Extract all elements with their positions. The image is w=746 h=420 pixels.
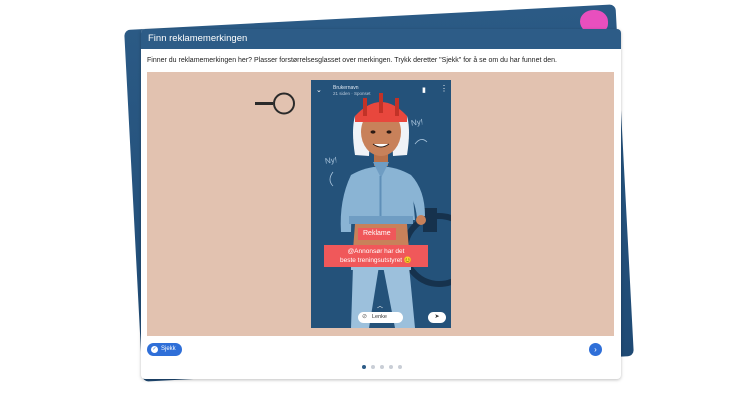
chevron-down-icon[interactable]: ⌄ <box>316 86 322 94</box>
pagination-dot[interactable] <box>371 365 375 369</box>
pagination-dot[interactable] <box>398 365 402 369</box>
phone-topbar: ⌄ Brukernavn 21 siden · Sponset ▮ ⋮ <box>311 80 451 102</box>
ad-label: Reklame <box>358 228 396 240</box>
check-button[interactable]: ✓ Sjekk <box>147 343 182 356</box>
chevron-right-icon: › <box>594 345 597 354</box>
ad-caption-line1: @Annonsør har det <box>347 248 405 255</box>
more-vertical-icon[interactable]: ⋮ <box>440 85 448 93</box>
post-author: Brukernavn 21 siden · Sponset <box>333 85 371 97</box>
send-button[interactable]: ➤ <box>428 312 446 323</box>
magnifier-icon[interactable] <box>255 89 295 119</box>
ad-caption-line2: beste treningsutstyret 😊 <box>339 257 413 264</box>
card-title: Finn reklamemerkingen <box>141 29 621 49</box>
pagination-dot[interactable] <box>389 365 393 369</box>
task-card: Finn reklamemerkingen Finner du reklamem… <box>141 29 621 379</box>
annotation-left: Ny! <box>324 155 338 166</box>
annotation-right: Ny! <box>410 117 424 128</box>
woman-illustration <box>329 93 451 328</box>
send-icon: ➤ <box>434 314 440 320</box>
link-label: Lenke <box>372 314 387 320</box>
post-meta: 21 siden · Sponset <box>333 91 371 96</box>
next-button[interactable]: › <box>589 343 602 356</box>
paperclip-icon: ⊘ <box>362 314 368 320</box>
link-button[interactable]: ⊘ Lenke <box>358 312 403 323</box>
phone-mockup: ⌄ Brukernavn 21 siden · Sponset ▮ ⋮ Ny! … <box>311 80 451 328</box>
pagination-dot[interactable] <box>362 365 366 369</box>
image-stage: ⌄ Brukernavn 21 siden · Sponset ▮ ⋮ Ny! … <box>147 72 614 336</box>
ad-caption: @Annonsør har det beste treningsutstyret… <box>324 245 428 267</box>
pagination-dots <box>362 365 402 369</box>
pagination-dot[interactable] <box>380 365 384 369</box>
check-label: Sjekk <box>161 346 176 352</box>
instruction-text: Finner du reklamemerkingen her? Plasser … <box>147 57 557 64</box>
chevron-up-icon[interactable]: ︿ <box>377 301 383 310</box>
check-icon: ✓ <box>151 346 158 353</box>
bookmark-icon[interactable]: ▮ <box>422 86 426 94</box>
